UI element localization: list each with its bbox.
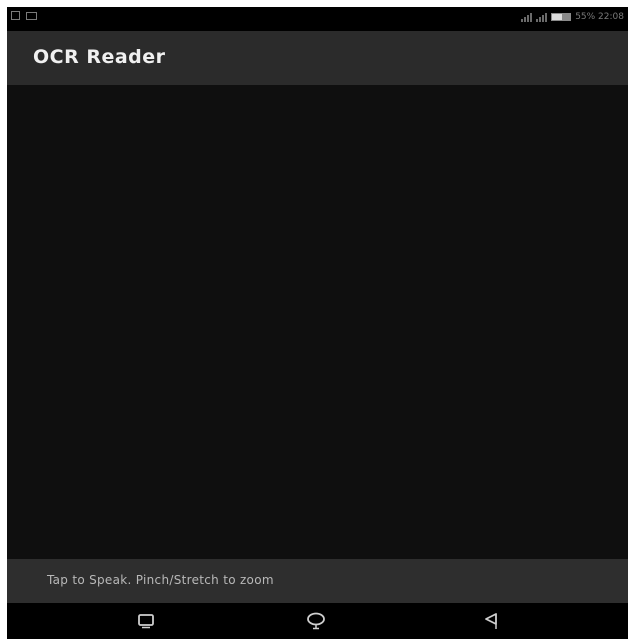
camera-preview[interactable] bbox=[7, 85, 628, 559]
mail-icon bbox=[26, 11, 37, 20]
back-icon bbox=[485, 613, 497, 629]
battery-icon bbox=[551, 13, 572, 21]
signal-icon bbox=[521, 12, 533, 22]
signal-icon-2 bbox=[536, 12, 548, 22]
back-button[interactable] bbox=[481, 611, 503, 631]
phone-screen: 55% 22:08 OCR Reader Tap to Speak. Pinch… bbox=[7, 7, 628, 639]
status-right: 55% 22:08 bbox=[521, 12, 624, 22]
battery-fill bbox=[552, 14, 563, 20]
hint-bar: Tap to Speak. Pinch/Stretch to zoom bbox=[7, 559, 628, 603]
status-bar: 55% 22:08 bbox=[7, 7, 628, 31]
screenshot-icon bbox=[11, 11, 20, 20]
home-icon bbox=[307, 612, 325, 630]
home-button[interactable] bbox=[305, 611, 327, 631]
nav-bar bbox=[7, 603, 628, 639]
hint-text: Tap to Speak. Pinch/Stretch to zoom bbox=[47, 573, 274, 587]
app-title: OCR Reader bbox=[33, 46, 166, 68]
recent-apps-button[interactable] bbox=[135, 611, 157, 631]
recent-apps-icon bbox=[138, 614, 154, 629]
app-bar: OCR Reader bbox=[7, 31, 628, 85]
status-left-icons bbox=[11, 11, 37, 20]
battery-time-text: 55% 22:08 bbox=[575, 12, 624, 22]
